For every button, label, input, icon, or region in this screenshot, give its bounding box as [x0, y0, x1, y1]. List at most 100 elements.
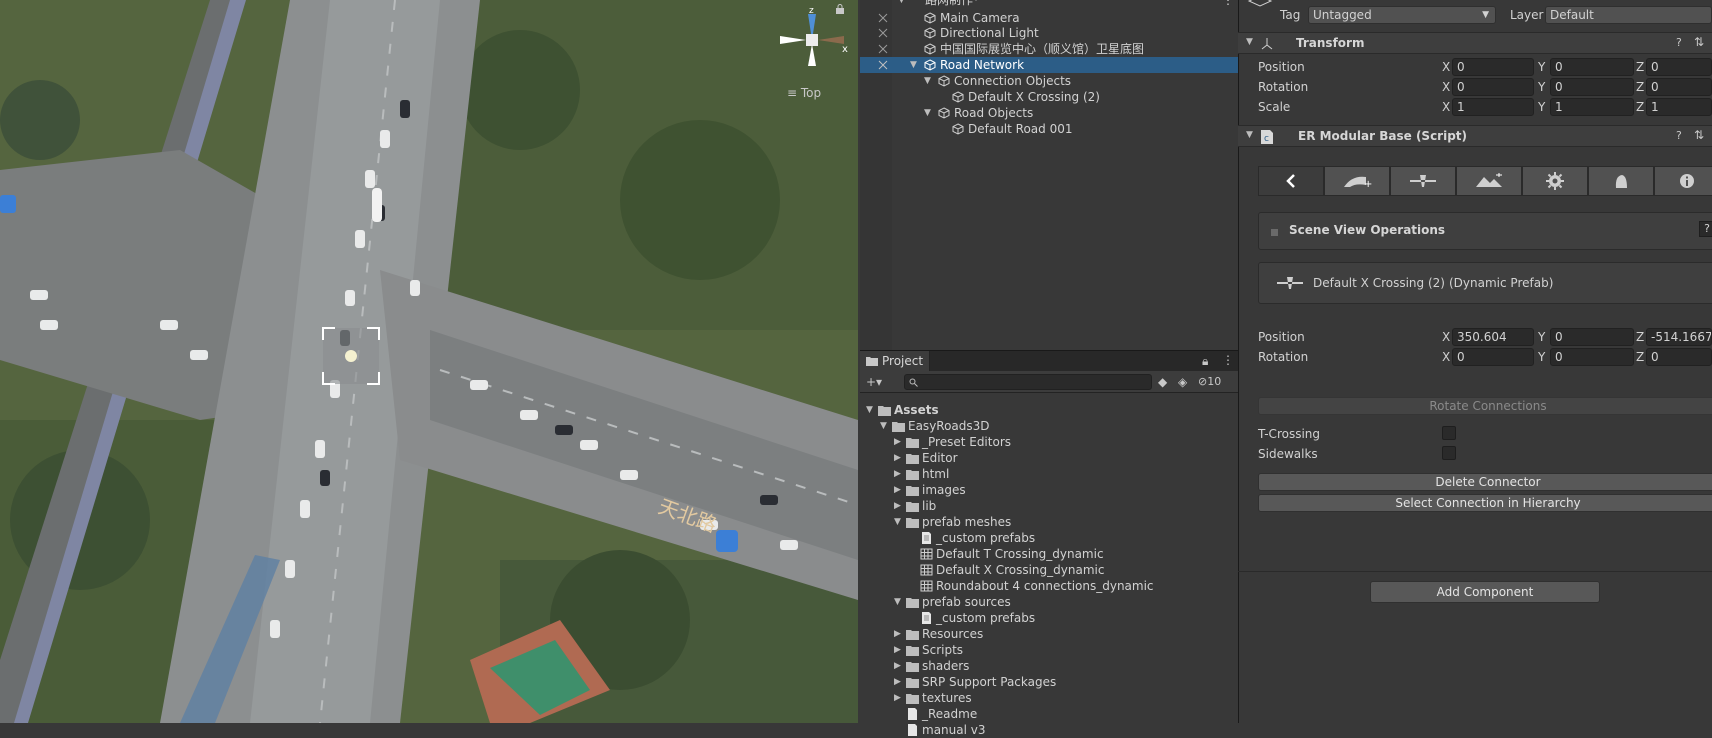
- expand-arrow-icon[interactable]: ▼: [894, 514, 901, 530]
- project-item-scripts[interactable]: ▶ Scripts: [860, 642, 1238, 658]
- visibility-toggle-icon[interactable]: [878, 13, 888, 23]
- axis-gizmo[interactable]: z x: [776, 4, 852, 76]
- lock-icon[interactable]: 🔒︎: [1202, 354, 1208, 369]
- project-item-srp-support[interactable]: ▶ SRP Support Packages: [860, 674, 1238, 690]
- sidewalks-checkbox[interactable]: [1442, 446, 1456, 460]
- scale-y-field[interactable]: 1: [1550, 98, 1634, 116]
- view-mode-label[interactable]: ≡ Top: [787, 86, 821, 100]
- project-item-lib[interactable]: ▶ lib: [860, 498, 1238, 514]
- project-item-html[interactable]: ▶ html: [860, 466, 1238, 482]
- rotation-y-field[interactable]: 0: [1550, 78, 1634, 96]
- lock-icon[interactable]: [835, 4, 845, 14]
- visibility-toggle-icon[interactable]: [878, 28, 888, 38]
- expand-arrow-icon[interactable]: ▼: [924, 105, 931, 121]
- collapse-arrow-icon[interactable]: ▶: [894, 674, 901, 690]
- project-item-x-crossing-mesh[interactable]: Default X Crossing_dynamic: [860, 562, 1238, 578]
- collapse-arrow-icon[interactable]: ▶: [894, 434, 901, 450]
- info-button[interactable]: [1654, 166, 1712, 196]
- add-component-button[interactable]: Add Component: [1370, 581, 1600, 603]
- crossing-position-x-field[interactable]: 350.604: [1452, 328, 1534, 346]
- create-button[interactable]: +▾: [866, 373, 882, 391]
- expand-arrow-icon[interactable]: ▼: [924, 73, 931, 89]
- project-item-easyroads3d[interactable]: ▼ EasyRoads3D: [860, 418, 1238, 434]
- hierarchy-item-road-network[interactable]: ▼ Road Network: [860, 57, 1238, 73]
- project-item-t-crossing-mesh[interactable]: Default T Crossing_dynamic: [860, 546, 1238, 562]
- hierarchy-item-connection-objects[interactable]: ▼ Connection Objects: [860, 73, 1238, 89]
- tab-project[interactable]: Project: [860, 351, 930, 371]
- position-x-field[interactable]: 0: [1452, 58, 1534, 76]
- collapse-arrow-icon[interactable]: ▶: [894, 482, 901, 498]
- hierarchy-item-main-camera[interactable]: Main Camera: [860, 10, 1238, 26]
- expand-arrow-icon[interactable]: ▼: [866, 402, 873, 418]
- project-item-manual[interactable]: manual v3: [860, 722, 1238, 738]
- project-item-readme[interactable]: _Readme: [860, 706, 1238, 722]
- help-icon[interactable]: ?: [1699, 221, 1712, 237]
- hierarchy-item-default-road[interactable]: Default Road 001: [860, 121, 1238, 137]
- hidden-packages-button[interactable]: ⊘10: [1198, 373, 1221, 391]
- project-item-prefab-meshes[interactable]: ▼ prefab meshes: [860, 514, 1238, 530]
- visibility-toggle-icon[interactable]: [878, 60, 888, 70]
- tag-dropdown[interactable]: Untagged ▼: [1308, 6, 1496, 24]
- project-item-resources[interactable]: ▶ Resources: [860, 626, 1238, 642]
- back-button[interactable]: [1258, 166, 1324, 196]
- crossing-rotation-y-field[interactable]: 0: [1550, 348, 1634, 366]
- project-item-shaders[interactable]: ▶ shaders: [860, 658, 1238, 674]
- scene-view-operations-panel[interactable]: Scene View Operations ?: [1258, 212, 1712, 250]
- component-options-icon[interactable]: ⇅: [1694, 35, 1704, 49]
- project-item-images[interactable]: ▶ images: [860, 482, 1238, 498]
- visibility-toggle-icon[interactable]: [878, 44, 888, 54]
- hierarchy-item-satellite-basemap[interactable]: 中国国际展览中心（顺义馆）卫星底图: [860, 41, 1238, 57]
- collapse-arrow-icon[interactable]: ▶: [894, 690, 901, 706]
- project-item-prefab-sources[interactable]: ▼ prefab sources: [860, 594, 1238, 610]
- collapse-arrow-icon[interactable]: ▶: [894, 450, 901, 466]
- crossing-position-y-field[interactable]: 0: [1550, 328, 1634, 346]
- expand-arrow-icon[interactable]: ▼: [898, 0, 905, 8]
- t-crossing-checkbox[interactable]: [1442, 426, 1456, 440]
- hierarchy-item-default-x-crossing[interactable]: Default X Crossing (2): [860, 89, 1238, 105]
- expand-arrow-icon[interactable]: ▼: [910, 57, 917, 73]
- project-item-custom-prefabs-2[interactable]: _custom prefabs: [860, 610, 1238, 626]
- expand-arrow-icon[interactable]: ▼: [894, 594, 901, 610]
- project-item-preset-editors[interactable]: ▶ _Preset Editors: [860, 434, 1238, 450]
- project-item-roundabout-mesh[interactable]: Roundabout 4 connections_dynamic: [860, 578, 1238, 594]
- delete-connector-button[interactable]: Delete Connector: [1258, 473, 1712, 491]
- expand-arrow-icon[interactable]: ▼: [880, 418, 887, 434]
- rotation-z-field[interactable]: 0: [1646, 78, 1712, 96]
- terrain-tool-button[interactable]: [1456, 166, 1522, 196]
- crossing-rotation-x-field[interactable]: 0: [1452, 348, 1534, 366]
- add-road-button[interactable]: +: [1324, 166, 1390, 196]
- project-item-assets[interactable]: ▼ Assets: [860, 402, 1238, 418]
- collapse-arrow-icon[interactable]: ▶: [894, 466, 901, 482]
- collapse-arrow-icon[interactable]: ▶: [894, 626, 901, 642]
- filter-by-type-icon[interactable]: ◆: [1158, 373, 1167, 391]
- hierarchy-item-directional-light[interactable]: Directional Light: [860, 25, 1238, 41]
- hierarchy-item-road-objects[interactable]: ▼ Road Objects: [860, 105, 1238, 121]
- connection-tool-button[interactable]: [1390, 166, 1456, 196]
- transform-header[interactable]: ▼ Transform ? ⇅: [1238, 32, 1712, 54]
- scale-x-field[interactable]: 1: [1452, 98, 1534, 116]
- position-z-field[interactable]: 0: [1646, 58, 1712, 76]
- collapse-arrow-icon[interactable]: ▶: [894, 642, 901, 658]
- component-options-icon[interactable]: ⇅: [1694, 128, 1704, 142]
- more-options-icon[interactable]: ⋮: [1222, 353, 1234, 367]
- rotate-connections-button[interactable]: Rotate Connections: [1258, 397, 1712, 415]
- crossing-position-z-field[interactable]: -514.1667: [1646, 328, 1712, 346]
- filter-by-label-icon[interactable]: ◈: [1178, 373, 1187, 391]
- settings-button[interactable]: [1522, 166, 1588, 196]
- select-connection-button[interactable]: Select Connection in Hierarchy: [1258, 494, 1712, 512]
- project-search-input[interactable]: [904, 374, 1152, 390]
- er-modular-base-header[interactable]: ▼ c ER Modular Base (Script) ? ⇅: [1238, 125, 1712, 147]
- build-button[interactable]: [1588, 166, 1654, 196]
- help-icon[interactable]: ?: [1676, 129, 1682, 142]
- more-options-icon[interactable]: ⋮: [1222, 0, 1234, 8]
- hierarchy-scene-row[interactable]: ▼ 路网制作* ⋮: [860, 0, 1238, 8]
- project-item-editor[interactable]: ▶ Editor: [860, 450, 1238, 466]
- gizmo-x-axis[interactable]: [818, 36, 844, 44]
- project-item-custom-prefabs[interactable]: _custom prefabs: [860, 530, 1238, 546]
- scale-z-field[interactable]: 1: [1646, 98, 1712, 116]
- help-icon[interactable]: ?: [1676, 36, 1682, 49]
- position-y-field[interactable]: 0: [1550, 58, 1634, 76]
- project-item-textures[interactable]: ▶ textures: [860, 690, 1238, 706]
- layer-dropdown[interactable]: Default: [1545, 6, 1712, 24]
- rotation-x-field[interactable]: 0: [1452, 78, 1534, 96]
